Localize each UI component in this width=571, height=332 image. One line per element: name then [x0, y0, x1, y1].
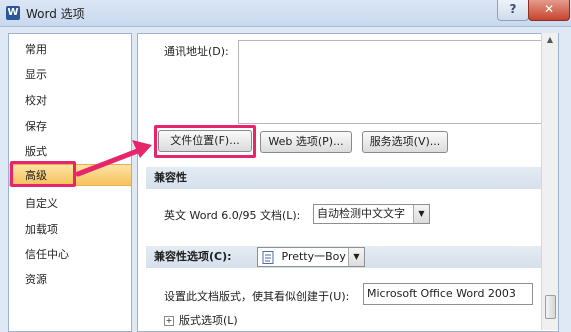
annotation-arrow: [75, 140, 152, 177]
